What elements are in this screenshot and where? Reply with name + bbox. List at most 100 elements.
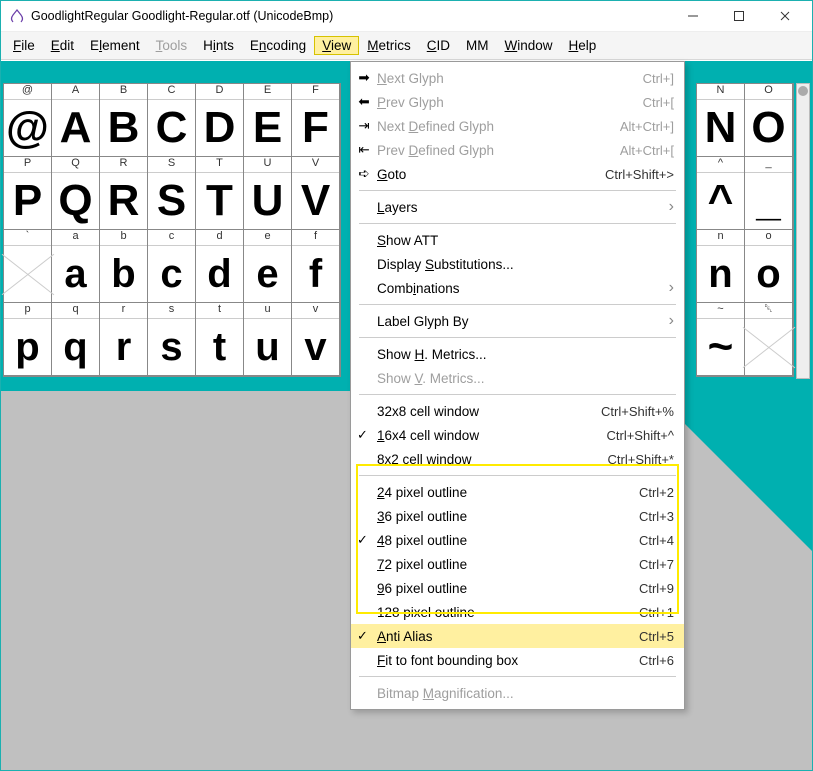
glyph-cell[interactable]: TT: [196, 157, 244, 230]
arrow-right-stop-icon: ⇥: [357, 119, 371, 133]
menu-36px-outline[interactable]: 36 pixel outlineCtrl+3: [351, 504, 684, 528]
glyph-header: n: [697, 230, 744, 246]
menu-layers[interactable]: Layers›: [351, 195, 684, 219]
menu-edit[interactable]: Edit: [43, 36, 82, 55]
glyph-preview: T: [196, 173, 243, 229]
menu-32x8[interactable]: 32x8 cell windowCtrl+Shift+%: [351, 399, 684, 423]
glyph-preview: n: [697, 246, 744, 302]
glyph-cell[interactable]: pp: [4, 303, 52, 376]
glyph-header: T: [196, 157, 243, 173]
menu-next-def-glyph: ⇥Next Defined GlyphAlt+Ctrl+]: [351, 114, 684, 138]
menu-8x2[interactable]: 8x2 cell windowCtrl+Shift+*: [351, 447, 684, 471]
menu-combinations[interactable]: Combinations›: [351, 276, 684, 300]
separator: [359, 337, 676, 338]
menu-show-att[interactable]: Show ATT: [351, 228, 684, 252]
glyph-cell[interactable]: nn: [697, 230, 745, 303]
scrollbar-thumb[interactable]: [798, 86, 808, 96]
minimize-button[interactable]: [670, 1, 716, 31]
glyph-preview: s: [148, 319, 195, 375]
glyph-cell[interactable]: RR: [100, 157, 148, 230]
glyph-cell[interactable]: BB: [100, 84, 148, 157]
glyph-preview: R: [100, 173, 147, 229]
glyph-header: R: [100, 157, 147, 173]
glyph-header: f: [292, 230, 339, 246]
maximize-button[interactable]: [716, 1, 762, 31]
glyph-cell[interactable]: aa: [52, 230, 100, 303]
glyph-header: p: [4, 303, 51, 319]
glyph-header: r: [100, 303, 147, 319]
menu-24px-outline[interactable]: 24 pixel outlineCtrl+2: [351, 480, 684, 504]
glyph-cell[interactable]: rr: [100, 303, 148, 376]
glyph-cell[interactable]: CC: [148, 84, 196, 157]
glyph-cell[interactable]: @@: [4, 84, 52, 157]
glyph-cell[interactable]: OO: [745, 84, 793, 157]
menu-72px-outline[interactable]: 72 pixel outlineCtrl+7: [351, 552, 684, 576]
glyph-preview: D: [196, 100, 243, 156]
glyph-cell[interactable]: AA: [52, 84, 100, 157]
menu-prev-def-glyph: ⇤Prev Defined GlyphAlt+Ctrl+[: [351, 138, 684, 162]
glyph-cell[interactable]: bb: [100, 230, 148, 303]
glyph-cell[interactable]: VV: [292, 157, 340, 230]
menu-cid[interactable]: CID: [419, 36, 458, 55]
glyph-cell[interactable]: ␡: [745, 303, 793, 376]
glyph-cell[interactable]: dd: [196, 230, 244, 303]
glyph-cell[interactable]: FF: [292, 84, 340, 157]
menu-encoding[interactable]: Encoding: [242, 36, 314, 55]
menu-file[interactable]: File: [5, 36, 43, 55]
glyph-preview: V: [292, 173, 339, 229]
glyph-cell[interactable]: EE: [244, 84, 292, 157]
menu-help[interactable]: Help: [561, 36, 605, 55]
glyph-cell[interactable]: ee: [244, 230, 292, 303]
glyph-cell[interactable]: `: [4, 230, 52, 303]
glyph-preview: f: [292, 246, 339, 302]
glyph-cell[interactable]: cc: [148, 230, 196, 303]
glyph-preview: [745, 319, 792, 375]
goto-icon: ➪: [357, 167, 371, 181]
menu-metrics[interactable]: Metrics: [359, 36, 419, 55]
glyph-cell[interactable]: UU: [244, 157, 292, 230]
glyph-preview: e: [244, 246, 291, 302]
glyph-cell[interactable]: ^^: [697, 157, 745, 230]
menu-hints[interactable]: Hints: [195, 36, 242, 55]
close-button[interactable]: [762, 1, 808, 31]
glyph-grid-right[interactable]: NNOO^^__nnoo~~␡: [696, 83, 794, 377]
glyph-preview: @: [4, 100, 51, 156]
menu-element[interactable]: Element: [82, 36, 148, 55]
menu-goto[interactable]: ➪GotoCtrl+Shift+>: [351, 162, 684, 186]
glyph-cell[interactable]: uu: [244, 303, 292, 376]
menu-48px-outline[interactable]: ✓48 pixel outlineCtrl+4: [351, 528, 684, 552]
glyph-cell[interactable]: __: [745, 157, 793, 230]
menu-label-glyph-by[interactable]: Label Glyph By›: [351, 309, 684, 333]
glyph-header: u: [244, 303, 291, 319]
glyph-cell[interactable]: SS: [148, 157, 196, 230]
glyph-scrollbar[interactable]: [796, 83, 810, 379]
glyph-grid-left[interactable]: @@AABBCCDDEEFF PPQQRRSSTTUUVV `aabbccddeef…: [3, 83, 341, 377]
menu-fit-bounding-box[interactable]: Fit to font bounding boxCtrl+6: [351, 648, 684, 672]
menu-show-h-metrics[interactable]: Show H. Metrics...: [351, 342, 684, 366]
glyph-cell[interactable]: ss: [148, 303, 196, 376]
glyph-cell[interactable]: ~~: [697, 303, 745, 376]
menu-anti-alias[interactable]: ✓Anti AliasCtrl+5: [351, 624, 684, 648]
menu-96px-outline[interactable]: 96 pixel outlineCtrl+9: [351, 576, 684, 600]
glyph-cell[interactable]: vv: [292, 303, 340, 376]
glyph-cell[interactable]: NN: [697, 84, 745, 157]
menubar: File Edit Element Tools Hints Encoding V…: [1, 32, 812, 60]
app-window: GoodlightRegular Goodlight-Regular.otf (…: [0, 0, 813, 771]
glyph-cell[interactable]: ff: [292, 230, 340, 303]
separator: [359, 475, 676, 476]
glyph-cell[interactable]: PP: [4, 157, 52, 230]
menu-display-subs[interactable]: Display Substitutions...: [351, 252, 684, 276]
glyph-cell[interactable]: tt: [196, 303, 244, 376]
menu-16x4[interactable]: ✓16x4 cell windowCtrl+Shift+^: [351, 423, 684, 447]
glyph-cell[interactable]: oo: [745, 230, 793, 303]
glyph-header: D: [196, 84, 243, 100]
glyph-header: C: [148, 84, 195, 100]
glyph-cell[interactable]: DD: [196, 84, 244, 157]
menu-128px-outline[interactable]: 128 pixel outlineCtrl+1: [351, 600, 684, 624]
glyph-cell[interactable]: qq: [52, 303, 100, 376]
glyph-preview: t: [196, 319, 243, 375]
glyph-cell[interactable]: QQ: [52, 157, 100, 230]
menu-window[interactable]: Window: [497, 36, 561, 55]
menu-view[interactable]: View: [314, 36, 359, 55]
menu-mm[interactable]: MM: [458, 36, 497, 55]
